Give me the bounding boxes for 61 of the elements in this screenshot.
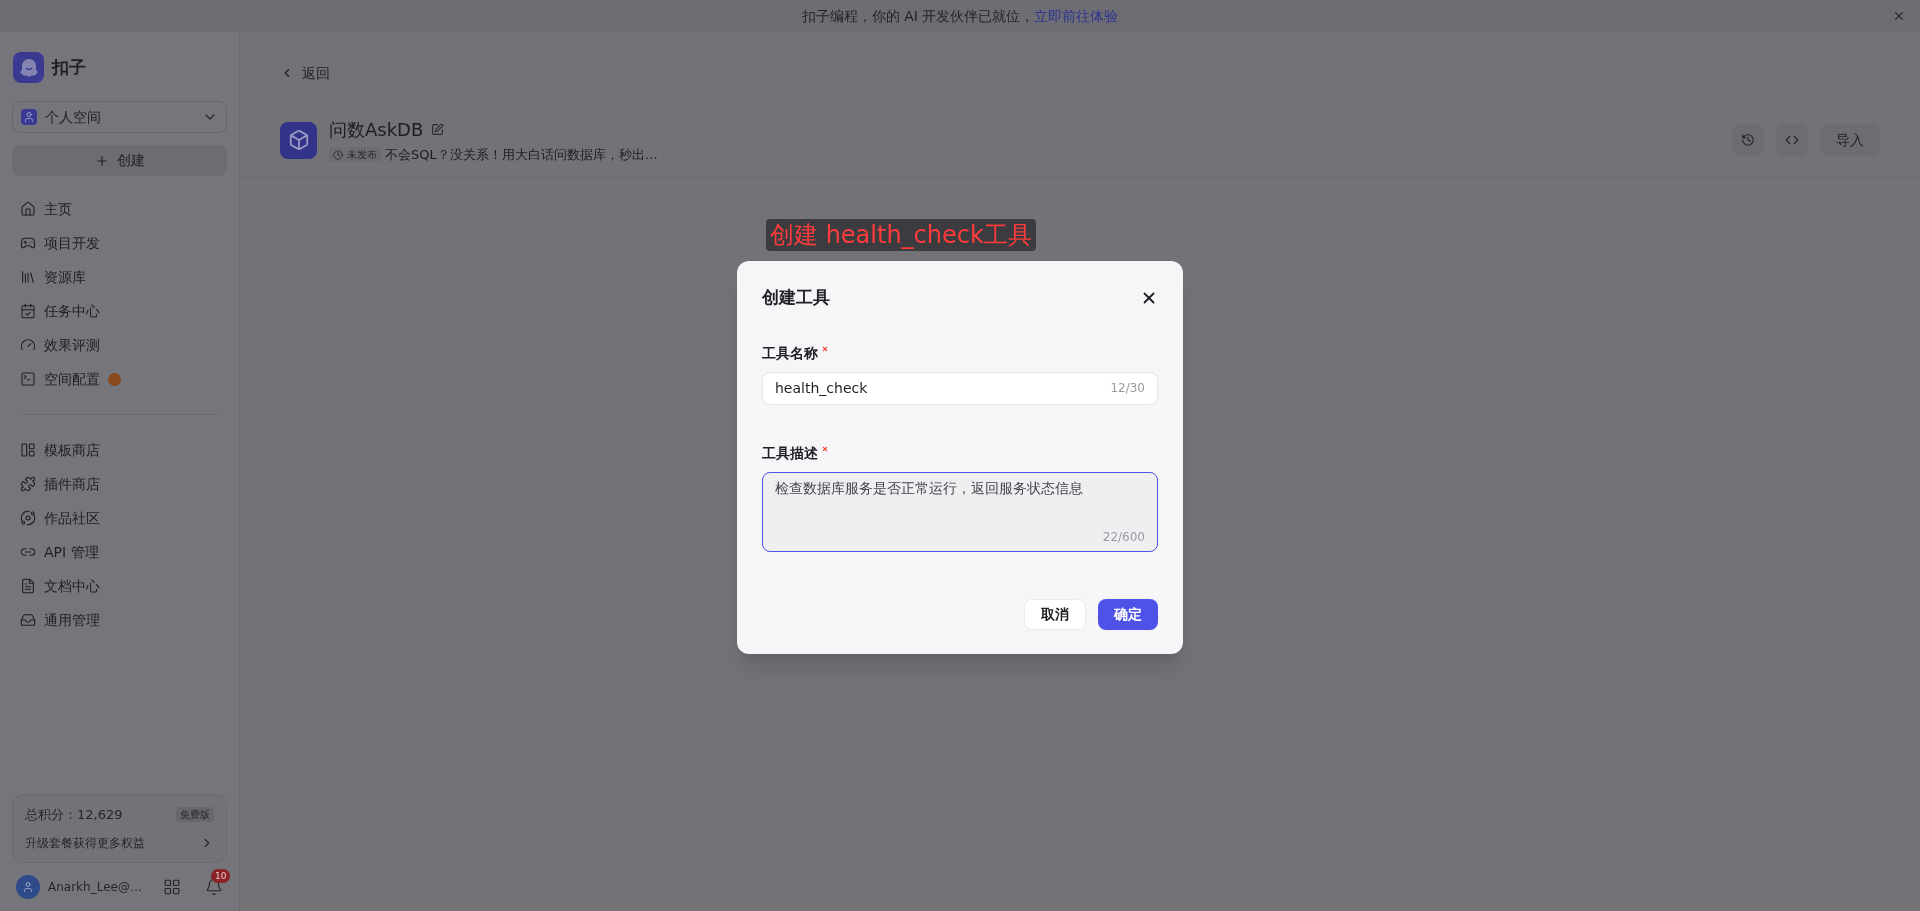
field-label: 工具描述 (762, 443, 818, 463)
nav-item[interactable]: 插件商店 (12, 467, 227, 501)
project-title: 问数AskDB (329, 118, 424, 142)
nav-item[interactable]: 项目开发 (12, 226, 227, 260)
user-name: Anarkh_Lee@… (48, 879, 143, 896)
workspace-selector[interactable]: 个人空间 (12, 101, 227, 133)
annotation-text: 创建 health_check工具 (766, 219, 1036, 251)
bell-icon[interactable] (205, 878, 223, 896)
project-icon (280, 121, 317, 159)
inbox-icon (20, 612, 36, 628)
nav-item[interactable]: 通用管理 (12, 603, 227, 637)
planet-icon (20, 510, 36, 526)
nav-item[interactable]: 主页 (12, 192, 227, 226)
calendar-check-icon (20, 303, 36, 319)
app-logo-icon (13, 52, 44, 83)
clock-icon (333, 149, 343, 160)
banner-link[interactable]: 立即前往体验 (1034, 5, 1119, 27)
field-label: 工具名称 (762, 343, 818, 363)
nav-item[interactable]: 效果评测 (12, 328, 227, 362)
nav-item[interactable]: 作品社区 (12, 501, 227, 535)
app-name: 扣子 (52, 55, 86, 79)
field-value: health_check (775, 378, 869, 398)
project-description: 不会SQL？没关系！用大白话问数据库，秒出… (385, 146, 658, 164)
back-button[interactable]: 返回 (280, 62, 330, 84)
character-counter: 12/30 (1110, 380, 1145, 397)
plus-icon (94, 153, 109, 168)
library-icon (20, 269, 36, 285)
history-button[interactable] (1732, 124, 1764, 157)
character-counter: 22/600 (1102, 528, 1145, 546)
nav-item[interactable]: API 管理 (12, 535, 227, 569)
description-text-area[interactable]: 检查数据库服务是否正常运行，返回服务状态信息 22/600 (762, 471, 1158, 552)
notification-count: 10 (211, 869, 231, 883)
code-button[interactable] (1776, 124, 1808, 157)
nav-item[interactable]: 模板商店 (12, 433, 227, 467)
cancel-button[interactable]: 取消 (1024, 598, 1086, 630)
plugin-icon (20, 476, 36, 492)
name-input-field[interactable]: health_check 12/30 (762, 371, 1158, 405)
gauge-icon (20, 337, 36, 353)
edit-icon[interactable] (431, 123, 445, 136)
home-icon (20, 201, 36, 217)
nav-item[interactable]: 空间配置 (12, 362, 227, 396)
document-icon (20, 578, 36, 594)
nav-item[interactable]: 任务中心 (12, 294, 227, 328)
banner-text: 扣子编程，你的 AI 开发伙伴已就位， (801, 6, 1035, 26)
avatar-icon[interactable] (16, 875, 40, 899)
confirm-button[interactable]: 确定 (1098, 598, 1158, 630)
create-button[interactable]: 创建 (12, 145, 227, 176)
field-value: 检查数据库服务是否正常运行，返回服务状态信息 (775, 478, 1084, 498)
history-icon (1741, 133, 1755, 148)
import-button[interactable]: 导入 (1820, 124, 1880, 157)
points-total: 总积分：12,629 (25, 805, 123, 824)
plan-tag: 免费版 (176, 806, 214, 822)
upgrade-link[interactable]: 升级套餐获得更多权益 (25, 834, 214, 852)
layout-icon (20, 442, 36, 458)
apps-icon[interactable] (163, 878, 181, 896)
nav-item[interactable]: 文档中心 (12, 569, 227, 603)
nav-item[interactable]: 资源库 (12, 260, 227, 294)
gamepad-icon (20, 235, 36, 251)
status-tag: 未发布 (329, 147, 381, 163)
user-icon (21, 109, 37, 125)
dialog-title: 创建工具 (762, 286, 830, 309)
